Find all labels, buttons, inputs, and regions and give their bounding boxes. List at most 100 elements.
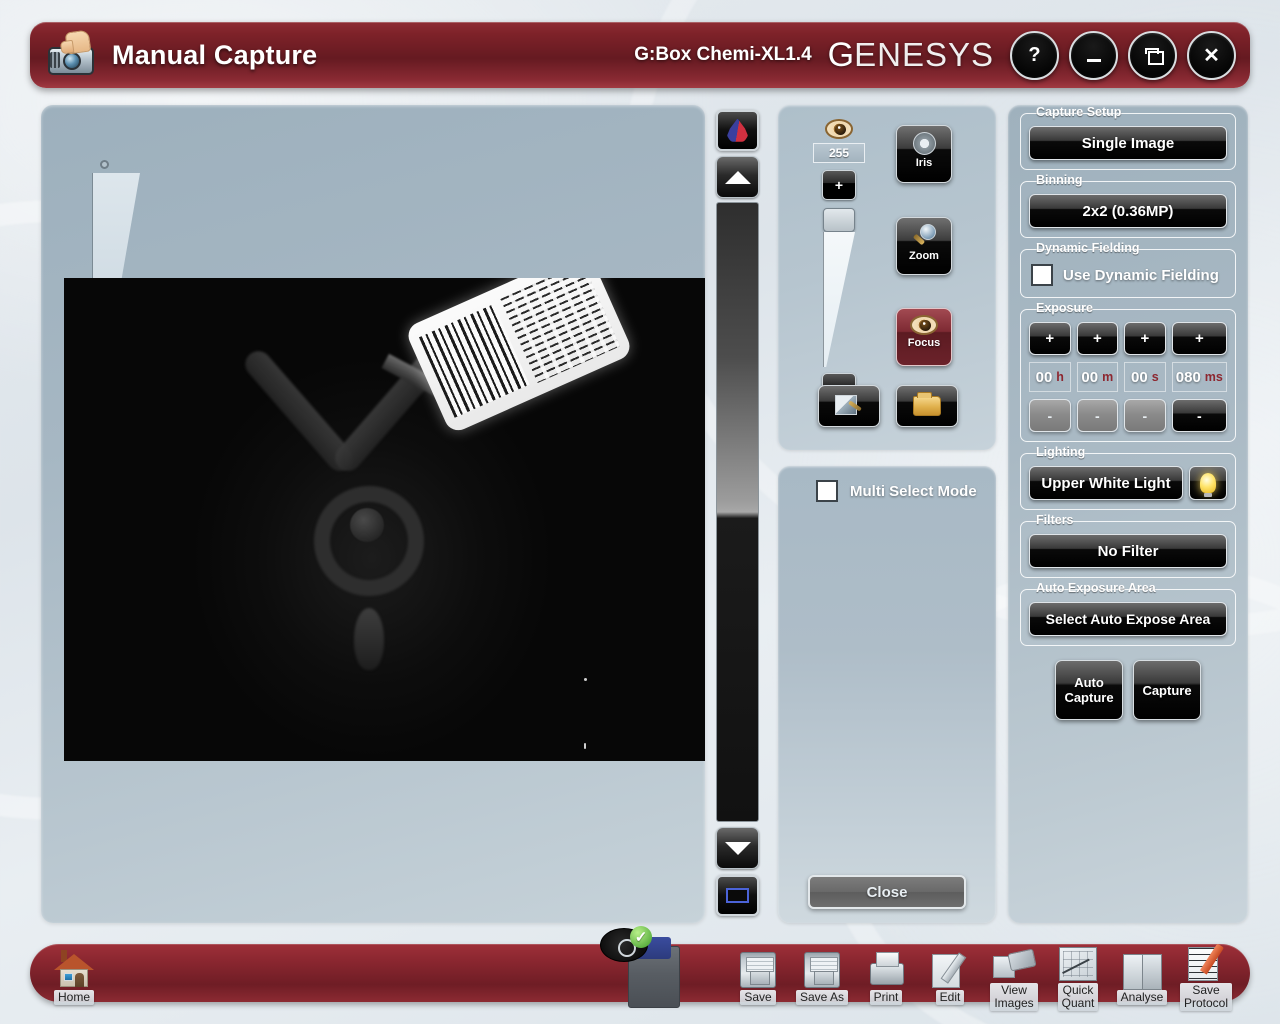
captured-image[interactable] (64, 278, 705, 761)
barcode-label (404, 278, 634, 435)
exposure-minutes-value: 00 (1081, 368, 1099, 386)
focus-label: Focus (907, 337, 941, 349)
toolbar-label-save-as: Save As (795, 990, 849, 1005)
exposure-hours-decrease[interactable]: - (1029, 399, 1071, 432)
toolbar-item-save-protocol[interactable]: Save Protocol (1168, 937, 1244, 1012)
rectangle-icon (726, 888, 749, 903)
clamp-tip (354, 608, 384, 670)
filters-title: Filters (1036, 513, 1074, 527)
plus-icon: + (834, 177, 844, 193)
toolbar-label-edit: Edit (935, 990, 965, 1005)
scale-gradient-track[interactable] (716, 202, 759, 822)
use-dynamic-fielding-checkbox[interactable] (1031, 264, 1053, 286)
focus-eye-icon (910, 315, 938, 335)
plus-icon: + (1045, 330, 1055, 347)
minimize-button[interactable] (1069, 30, 1118, 80)
lighting-title: Lighting (1036, 445, 1086, 459)
gain-eye-icon (825, 119, 853, 139)
exposure-hours-increase[interactable]: + (1029, 322, 1071, 355)
zoom-button[interactable]: Zoom (896, 217, 952, 275)
filters-select[interactable]: No Filter (1029, 534, 1227, 568)
brand-text: ENESYS (854, 36, 994, 73)
lighting-toggle-button[interactable] (1189, 466, 1227, 500)
auto-capture-button[interactable]: Auto Capture (1055, 660, 1123, 720)
palette-button[interactable] (716, 110, 759, 151)
genesys-logo: G ENESYS (822, 36, 994, 75)
exposure-seconds-increase[interactable]: + (1124, 322, 1166, 355)
exposure-values-row: 00 h 00 m 00 s 080 ms (1029, 362, 1228, 392)
focus-button[interactable]: Focus (896, 308, 952, 366)
folder-icon (913, 392, 941, 416)
minus-icon: - (1094, 407, 1100, 424)
exposure-ms-increase[interactable]: + (1171, 322, 1228, 355)
gain-increase-button[interactable]: + (822, 170, 856, 200)
iris-button[interactable]: Iris (896, 125, 952, 183)
image-viewer-panel[interactable] (41, 105, 705, 923)
capture-device-status-icon[interactable]: ✓ (600, 926, 680, 1010)
exposure-ms-unit: ms (1204, 370, 1223, 384)
close-button[interactable]: Close (808, 875, 966, 909)
exposure-hours-field[interactable]: 00 h (1029, 362, 1071, 392)
view-images-line2: Images (994, 996, 1034, 1010)
device-name: G:Box Chemi-XL1.4 (634, 44, 812, 65)
scale-up-button[interactable] (716, 156, 759, 198)
plus-icon: + (1194, 330, 1204, 347)
lighting-select[interactable]: Upper White Light (1029, 466, 1183, 500)
help-button[interactable]: ? (1010, 30, 1059, 80)
restore-button[interactable] (1128, 30, 1177, 80)
multi-select-checkbox[interactable] (816, 480, 838, 502)
gain-value: 255 (813, 143, 865, 163)
droplet-icon (727, 118, 748, 142)
exposure-ms-value: 080 (1175, 368, 1201, 386)
intensity-scale-bar[interactable] (716, 110, 760, 916)
auto-exposure-area-title: Auto Exposure Area (1036, 581, 1156, 595)
zoom-icon (912, 224, 936, 248)
capture-image-button[interactable] (818, 385, 880, 427)
home-label: Home (53, 990, 94, 1005)
save-protocol-line2: Protocol (1183, 996, 1229, 1010)
home-icon (36, 944, 112, 988)
exposure-seconds-value: 00 (1131, 368, 1148, 386)
toolbar-label-view-images: View Images (990, 983, 1038, 1011)
minimize-icon (1086, 58, 1101, 62)
toolbar-label-quick-quant: Quick Quant (1057, 983, 1099, 1011)
plus-icon: + (1092, 330, 1102, 347)
gain-slider-thumb[interactable] (823, 208, 855, 232)
scale-down-button[interactable] (716, 827, 759, 869)
exposure-minutes-decrease[interactable]: - (1076, 399, 1119, 432)
open-image-button[interactable] (896, 385, 958, 427)
exposure-seconds-decrease[interactable]: - (1124, 399, 1166, 432)
toolbar-label-save: Save (740, 990, 776, 1005)
quick-quant-line1: Quick (1062, 983, 1094, 997)
scale-reset-button[interactable] (716, 875, 759, 916)
gain-slider-wedge[interactable] (823, 232, 855, 367)
capture-setup-select[interactable]: Single Image (1029, 126, 1227, 160)
exposure-hours-value: 00 (1035, 368, 1053, 386)
close-icon: ✕ (1203, 44, 1220, 67)
triangle-down-icon (724, 841, 751, 855)
lighting-group: Lighting Upper White Light (1020, 445, 1236, 510)
exposure-minutes-increase[interactable]: + (1076, 322, 1119, 355)
capture-actions: Auto Capture Capture (1020, 660, 1236, 720)
exposure-seconds-field[interactable]: 00 s (1124, 362, 1166, 392)
home-button[interactable]: Home (36, 944, 112, 1006)
capture-settings-panel: Capture Setup Single Image Binning 2x2 (… (1008, 105, 1248, 923)
capture-setup-title: Capture Setup (1036, 105, 1122, 119)
binning-select[interactable]: 2x2 (0.36MP) (1029, 194, 1227, 228)
toolbar-label-save-protocol: Save Protocol (1179, 983, 1233, 1011)
zoom-label: Zoom (909, 250, 939, 262)
exposure-hours-unit: h (1056, 370, 1064, 384)
capture-image-icon (835, 395, 863, 417)
exposure-minutes-unit: m (1102, 370, 1114, 384)
capture-button[interactable]: Capture (1133, 660, 1201, 720)
minus-icon: - (1047, 407, 1053, 424)
exposure-minutes-field[interactable]: 00 m (1076, 362, 1119, 392)
close-window-button[interactable]: ✕ (1187, 30, 1236, 80)
use-dynamic-fielding-label: Use Dynamic Fielding (1063, 266, 1219, 284)
exposure-ms-decrease[interactable]: - (1171, 399, 1228, 432)
select-auto-expose-area-button[interactable]: Select Auto Expose Area (1029, 602, 1227, 636)
minus-icon: - (1142, 407, 1148, 424)
iris-label: Iris (915, 157, 933, 169)
save-protocol-icon (1168, 937, 1244, 981)
exposure-ms-field[interactable]: 080 ms (1171, 362, 1228, 392)
